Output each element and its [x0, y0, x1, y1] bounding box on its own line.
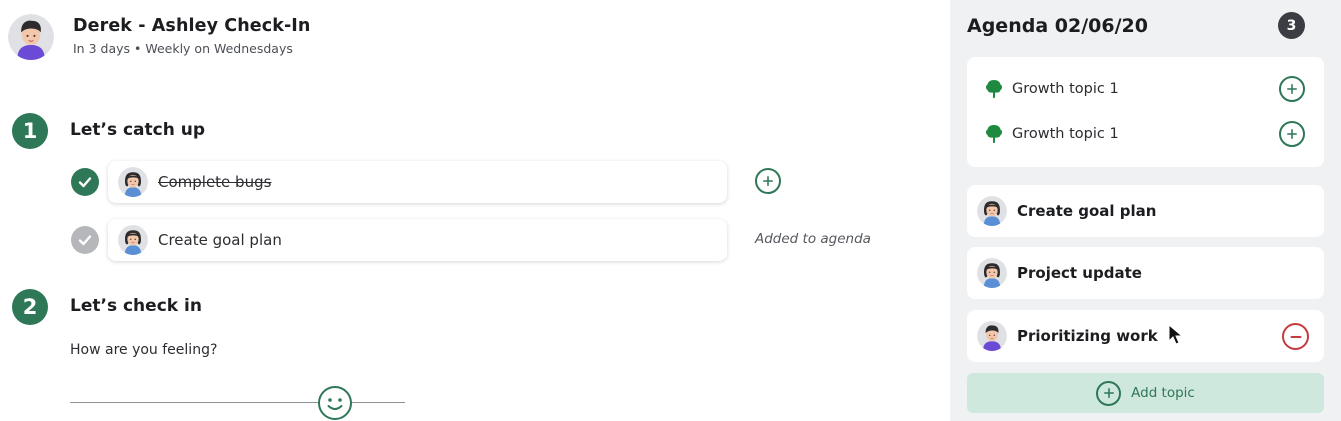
add-growth-topic-button[interactable] [1279, 121, 1305, 147]
growth-topic-label: Growth topic 1 [1012, 81, 1119, 97]
section-number-badge: 2 [12, 289, 48, 325]
remove-topic-button[interactable] [1282, 323, 1309, 350]
add-topic-plus [1096, 380, 1122, 406]
minus-icon [1290, 335, 1301, 338]
talking-point-label: Create goal plan [158, 231, 282, 249]
smiley-face-icon[interactable] [317, 385, 353, 421]
agenda-topic-label: Project update [1017, 264, 1142, 282]
agenda-count-badge: 3 [1278, 12, 1305, 39]
completed-checkbox[interactable] [71, 168, 99, 196]
avatar [977, 321, 1007, 351]
agenda-title: Agenda 02/06/20 [967, 15, 1148, 37]
tree-icon [985, 79, 1003, 99]
plus-icon [1102, 386, 1116, 400]
plus-icon [1285, 127, 1299, 141]
added-to-agenda-status: Added to agenda [755, 231, 871, 247]
avatar [8, 14, 54, 60]
check-icon [78, 235, 92, 246]
add-topic-label: Add topic [1131, 385, 1195, 401]
avatar [118, 225, 148, 255]
avatar [977, 258, 1007, 288]
growth-topic-label: Growth topic 1 [1012, 126, 1119, 142]
section-number-badge: 1 [12, 113, 48, 149]
plus-icon [761, 174, 775, 188]
mood-slider-track[interactable] [70, 402, 405, 403]
avatar [977, 196, 1007, 226]
add-topic-button[interactable]: Add topic [967, 373, 1324, 413]
talking-point-item[interactable]: Create goal plan [108, 219, 727, 261]
add-growth-topic-button[interactable] [1279, 76, 1305, 102]
mouse-cursor-icon [1168, 324, 1184, 345]
agenda-topic-label: Create goal plan [1017, 202, 1157, 220]
growth-topic-item[interactable]: Growth topic 1 [985, 120, 1305, 148]
add-to-agenda-button[interactable] [755, 168, 781, 194]
section-title: Let’s check in [70, 296, 202, 316]
growth-topic-item[interactable]: Growth topic 1 [985, 75, 1305, 103]
agenda-topic-label: Prioritizing work [1017, 327, 1158, 345]
talking-point-label: Complete bugs [158, 173, 272, 191]
agenda-panel: Agenda 02/06/20 3 Growth topic 1 Growth … [950, 0, 1341, 421]
mood-question: How are you feeling? [70, 342, 218, 358]
agenda-topic-item[interactable]: Prioritizing work [967, 310, 1324, 362]
section-title: Let’s catch up [70, 120, 206, 140]
agenda-topic-item[interactable]: Create goal plan [967, 185, 1324, 237]
agenda-topic-item[interactable]: Project update [967, 247, 1324, 299]
meeting-header-text: Derek - Ashley Check-In In 3 days • Week… [73, 16, 310, 56]
meeting-header: Derek - Ashley Check-In In 3 days • Week… [8, 14, 310, 60]
talking-point-item[interactable]: Complete bugs [108, 161, 727, 203]
avatar [118, 167, 148, 197]
meeting-title: Derek - Ashley Check-In [73, 16, 311, 36]
incomplete-checkbox[interactable] [71, 226, 99, 254]
growth-topics-card: Growth topic 1 Growth topic 1 [967, 57, 1324, 167]
meeting-subtitle: In 3 days • Weekly on Wednesdays [73, 41, 293, 56]
plus-icon [1285, 82, 1299, 96]
check-icon [78, 177, 92, 188]
tree-icon [985, 124, 1003, 144]
